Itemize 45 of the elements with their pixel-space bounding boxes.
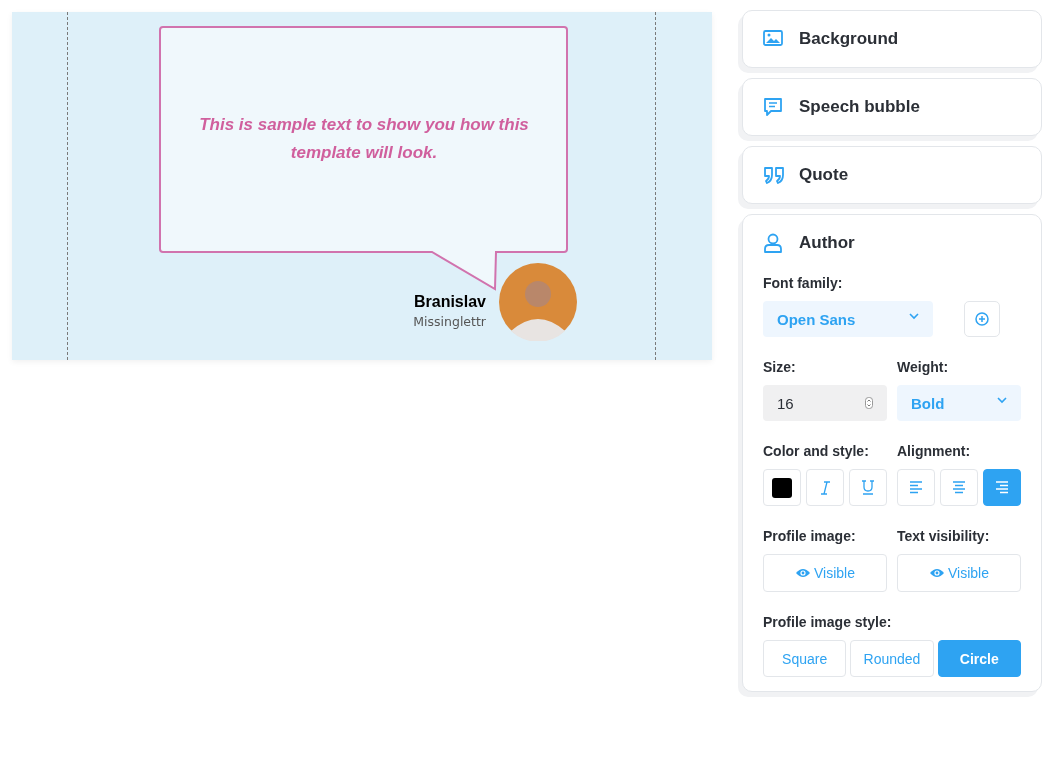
chevron-down-icon [909, 313, 919, 320]
weight-dropdown[interactable]: Bold [897, 385, 1021, 421]
font-family-dropdown[interactable]: Open Sans [763, 301, 933, 337]
image-style-option[interactable]: Square [763, 640, 847, 677]
section-header[interactable]: Speech bubble [743, 79, 1041, 135]
align-left-icon [910, 481, 922, 494]
image-style-option[interactable]: Circle [937, 640, 1021, 677]
field-label: Profile image: [763, 528, 857, 546]
size-input[interactable]: 16 [763, 385, 887, 421]
underline-button[interactable] [849, 469, 887, 506]
section-header[interactable]: Background [743, 11, 1041, 67]
align-center-icon [953, 481, 965, 494]
quote-icon [763, 165, 785, 185]
profile-visibility-button[interactable]: Visible [763, 554, 887, 592]
underline-icon [862, 480, 874, 495]
section-header[interactable]: Author [743, 215, 1041, 271]
author-subtitle: Missinglettr [413, 314, 486, 329]
quote-text: This is sample text to show you how this template will look. [198, 114, 530, 164]
spinner-icon [865, 397, 873, 409]
plus-circle-icon [975, 312, 989, 326]
align-left-button[interactable] [897, 469, 935, 506]
italic-button[interactable] [806, 469, 844, 506]
field-label: Size: [763, 359, 797, 377]
author-name: Branislav [413, 293, 486, 311]
color-button[interactable] [763, 469, 801, 506]
field-label: Weight: [897, 359, 950, 377]
image-icon [763, 29, 785, 49]
person-icon [763, 233, 785, 253]
align-center-button[interactable] [940, 469, 978, 506]
add-button[interactable] [964, 301, 1000, 337]
speech-bubble-icon [763, 97, 785, 117]
align-right-icon [996, 481, 1008, 494]
field-label: Profile image style: [763, 614, 893, 632]
text-visibility-button[interactable]: Visible [897, 554, 1021, 592]
italic-icon [819, 480, 831, 495]
eye-icon [795, 567, 811, 579]
eye-icon [929, 567, 945, 579]
field-label: Text visibility: [897, 528, 991, 546]
field-label: Alignment: [897, 443, 972, 461]
chevron-down-icon [997, 397, 1007, 404]
align-right-button[interactable] [983, 469, 1021, 506]
section-header[interactable]: Quote [743, 147, 1041, 203]
field-label: Font family: [763, 275, 844, 293]
field-label: Color and style: [763, 443, 870, 461]
image-style-option[interactable]: Rounded [850, 640, 934, 677]
